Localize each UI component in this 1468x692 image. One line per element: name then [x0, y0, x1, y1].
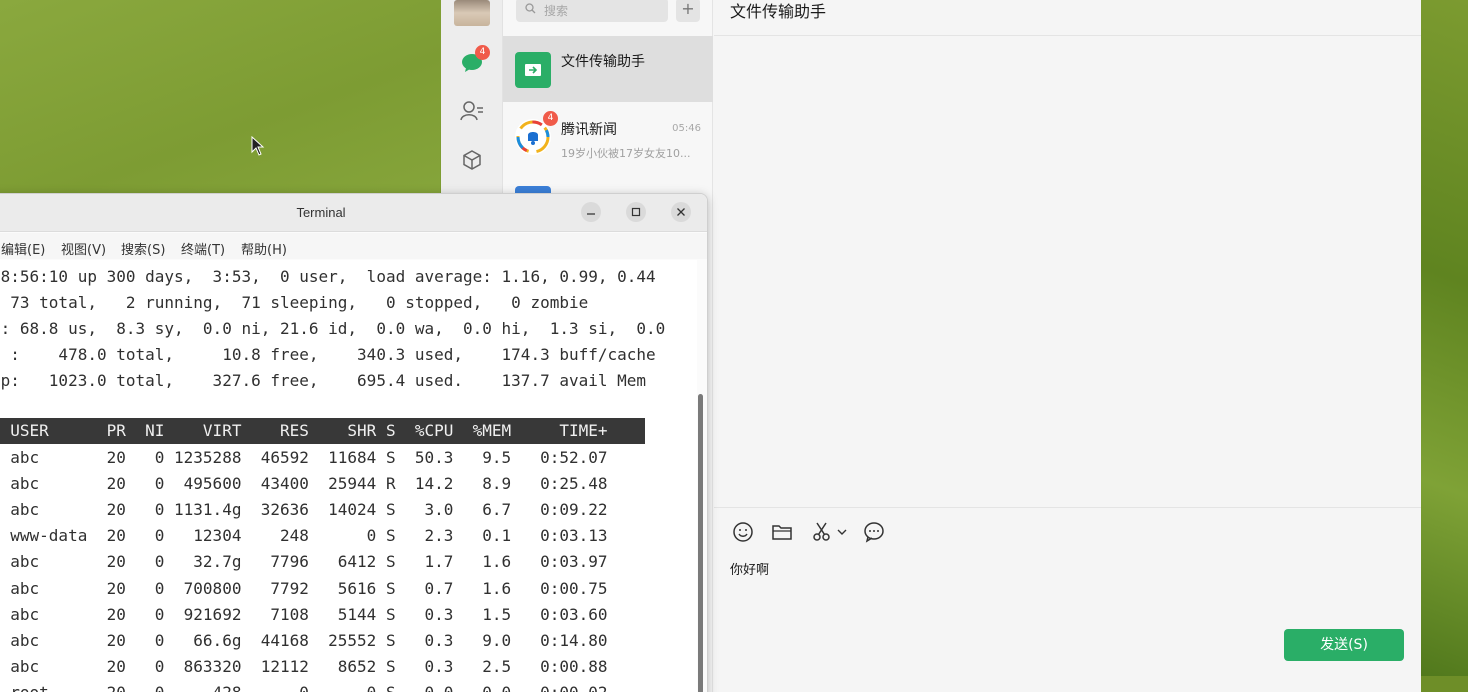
terminal-menu-bar: 编辑(E) 视图(V) 搜索(S) 终端(T) 帮助(H) — [0, 233, 707, 259]
send-button[interactable]: 发送(S) — [1284, 629, 1404, 661]
summary-line: 08:56:10 up 300 days, 3:53, 0 user, load… — [0, 267, 656, 286]
chat-badge: 4 — [475, 45, 490, 60]
menu-view[interactable]: 视图(V) — [61, 239, 106, 258]
chat-title: 文件传输助手 — [730, 2, 827, 21]
summary-line: ap: 1023.0 total, 327.6 free, 695.4 used… — [0, 371, 647, 390]
table-row: 3 abc 20 0 1235288 46592 11684 S 50.3 9.… — [0, 448, 608, 467]
process-table-header: D USER PR NI VIRT RES SHR S %CPU %MEM TI… — [0, 418, 645, 444]
chat-name: 文件传输助手 — [561, 54, 645, 70]
summary-line: p: 68.8 us, 8.3 sy, 0.0 ni, 21.6 id, 0.0… — [0, 319, 666, 338]
terminal-title: Terminal — [296, 205, 346, 220]
menu-search[interactable]: 搜索(S) — [121, 239, 165, 258]
table-row: root 20 0 428 0 0 S 0.0 0.0 0:00.02 — [0, 680, 607, 692]
chat-name: 腾讯新闻 — [561, 122, 617, 138]
desktop-wallpaper — [0, 0, 440, 200]
terminal-title-bar[interactable]: Terminal — [0, 194, 707, 232]
close-button[interactable] — [671, 202, 691, 222]
desktop-wallpaper-right — [1420, 0, 1468, 692]
menu-terminal[interactable]: 终端(T) — [181, 239, 225, 258]
terminal-window: Terminal 编辑(E) 视图(V) 搜索(S) 终端(T) 帮助(H) 0… — [0, 193, 708, 692]
table-row: 0 abc 20 0 66.6g 44168 25552 S 0.3 9.0 0… — [0, 631, 608, 650]
chat-panel: 文件传输助手 你好啊 发送(S) — [714, 0, 1421, 692]
chat-bubble-icon[interactable]: 4 — [460, 45, 490, 75]
divider — [714, 35, 1421, 36]
terminal-scrollbar[interactable] — [698, 394, 703, 692]
table-row: 7 abc 20 0 921692 7108 5144 S 0.3 1.5 0:… — [0, 605, 608, 624]
table-row: 3 abc 20 0 863320 12112 8652 S 0.3 2.5 0… — [0, 657, 608, 676]
contacts-icon[interactable] — [460, 99, 484, 123]
summary-line: n : 478.0 total, 10.8 free, 340.3 used, … — [0, 345, 656, 364]
chevron-down-icon[interactable] — [835, 520, 849, 544]
chat-item-file-transfer[interactable]: 文件传输助手 — [503, 36, 713, 102]
folder-icon[interactable] — [769, 520, 795, 544]
summary-line: 73 total, 2 running, 71 sleeping, 0 stop… — [0, 293, 589, 312]
unread-badge: 4 — [543, 111, 558, 126]
emoji-icon[interactable] — [730, 520, 756, 544]
chat-item-tencent-news[interactable]: 4 腾讯新闻 05:46 19岁小伙被17岁女友10... — [503, 103, 713, 169]
chat-history-icon[interactable] — [861, 520, 887, 544]
cube-icon[interactable] — [460, 148, 484, 172]
menu-help[interactable]: 帮助(H) — [241, 239, 287, 258]
screenshot-scissors-icon[interactable] — [809, 520, 835, 544]
search-input[interactable]: 搜索 — [516, 0, 668, 22]
table-row: 4 abc 20 0 700800 7792 5616 S 0.7 1.6 0:… — [0, 579, 608, 598]
maximize-button[interactable] — [626, 202, 646, 222]
table-row: 5 abc 20 0 1131.4g 32636 14024 S 3.0 6.7… — [0, 500, 608, 519]
user-avatar[interactable] — [454, 0, 490, 26]
file-transfer-icon — [515, 52, 551, 88]
chat-time: 05:46 — [672, 123, 701, 134]
table-row: 1 www-data 20 0 12304 248 0 S 2.3 0.1 0:… — [0, 526, 608, 545]
search-placeholder: 搜索 — [544, 3, 569, 18]
add-button[interactable]: + — [676, 0, 700, 22]
terminal-output[interactable]: 08:56:10 up 300 days, 3:53, 0 user, load… — [0, 260, 697, 692]
search-icon — [525, 3, 536, 17]
table-row: 9 abc 20 0 495600 43400 25944 R 14.2 8.9… — [0, 474, 608, 493]
table-row: 4 abc 20 0 32.7g 7796 6412 S 1.7 1.6 0:0… — [0, 552, 608, 571]
message-input[interactable]: 你好啊 — [730, 559, 769, 578]
menu-edit[interactable]: 编辑(E) — [1, 239, 45, 258]
chat-preview: 19岁小伙被17岁女友10... — [561, 147, 691, 160]
divider — [714, 507, 1421, 508]
minimize-button[interactable] — [581, 202, 601, 222]
